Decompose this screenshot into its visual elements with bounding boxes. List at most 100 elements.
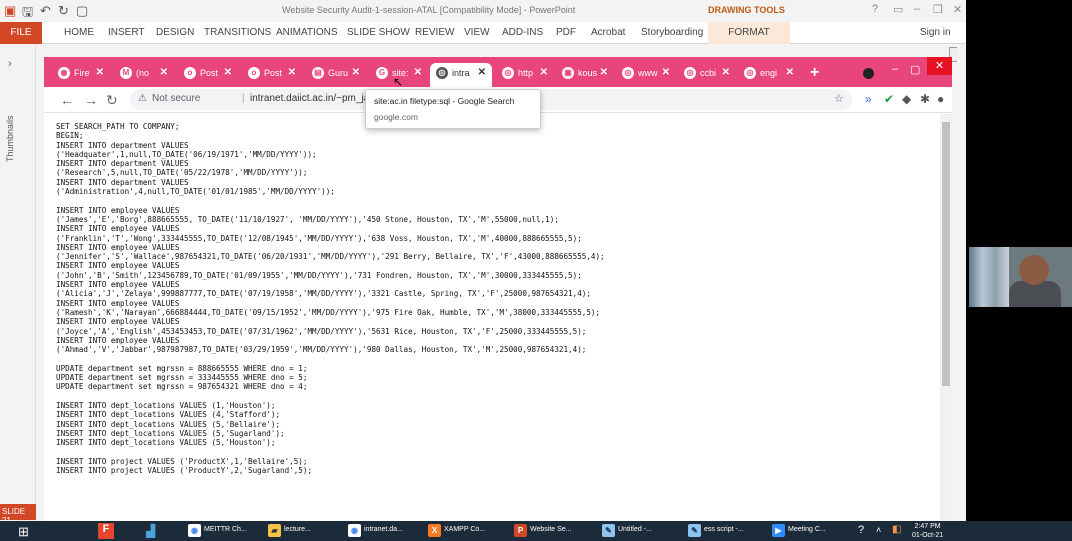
tab-acrobat[interactable]: Acrobat — [591, 27, 625, 38]
powerpoint-icon: P — [514, 524, 527, 537]
tab-insert[interactable]: INSERT — [108, 27, 145, 38]
filezilla-icon[interactable]: F — [98, 523, 114, 539]
browser-tab[interactable]: ▣ kous ✕ — [556, 63, 612, 85]
scrollbar-thumb[interactable] — [942, 122, 950, 386]
taskbar-item[interactable]: ▰ lecture... — [266, 521, 338, 541]
browser-tab[interactable]: o Post ✕ — [242, 63, 300, 85]
browser-tab[interactable]: ◉ Fire ✕ — [52, 63, 108, 85]
browser-tab[interactable]: ◎ engi ✕ — [738, 63, 798, 85]
windows-start-icon[interactable]: ⊞ — [18, 524, 29, 540]
tab-pdf[interactable]: PDF — [556, 27, 576, 38]
expand-thumbnails-icon[interactable]: › — [8, 58, 12, 70]
thumbnails-pane: › Thumbnails — [0, 44, 36, 504]
back-icon[interactable]: ← — [60, 92, 74, 108]
close-tab-icon[interactable]: ✕ — [786, 67, 794, 78]
globe-icon: ◎ — [436, 67, 448, 79]
extension-check-icon[interactable]: ✔ — [884, 92, 894, 106]
extensions-puzzle-icon[interactable]: ✱ — [920, 92, 930, 106]
taskbar-item[interactable]: ▶ Meeting C... — [770, 521, 850, 541]
new-slide-icon[interactable]: ▢ — [76, 3, 88, 19]
taskbar-item[interactable]: ◉ MEITTR Ch... — [186, 521, 266, 541]
close-window-icon[interactable]: ✕ — [927, 57, 952, 75]
taskbar-item[interactable]: ✎ Untitled -... — [600, 521, 676, 541]
close-tab-icon[interactable]: ✕ — [352, 67, 360, 78]
tray-chevron-icon[interactable]: ˄ — [876, 525, 881, 535]
code-line: INSERT INTO employee VALUES — [56, 317, 180, 327]
bookmark-star-icon[interactable]: ☆ — [834, 92, 844, 105]
tab-add-ins[interactable]: ADD-INS — [502, 27, 543, 38]
tab-animations[interactable]: ANIMATIONS — [276, 27, 337, 38]
code-line: ('James','E','Borg',888665555, TO_DATE('… — [56, 214, 559, 224]
more-menu-icon[interactable]: ⋮ — [948, 92, 952, 106]
tab-file[interactable]: FILE — [0, 22, 42, 44]
close-tab-icon[interactable]: ✕ — [224, 67, 232, 78]
tab-review[interactable]: REVIEW — [415, 27, 454, 38]
not-secure-label[interactable]: Not secure — [152, 93, 200, 104]
powerpoint-window: ▣ 🖫 ↶ ↻ ▢ Website Security Audit-1-sessi… — [0, 0, 966, 541]
code-line: ('Ramesh','K','Narayan',666884444,TO_DAT… — [56, 307, 601, 317]
close-tab-icon[interactable]: ✕ — [722, 67, 730, 78]
taskbar-item[interactable]: ✎ ess script -... — [686, 521, 762, 541]
code-line: ('Administration',4,null,TO_DATE('01/01/… — [56, 187, 335, 197]
new-tab-icon[interactable]: + — [810, 64, 819, 82]
help-icon[interactable]: ? — [872, 3, 878, 15]
close-icon[interactable]: ✕ — [953, 3, 962, 16]
browser-tab[interactable]: o Post ✕ — [178, 63, 236, 85]
code-line: INSERT INTO department VALUES — [56, 177, 189, 187]
minimize-icon[interactable]: – — [892, 63, 898, 75]
close-tab-icon[interactable]: ✕ — [288, 67, 296, 78]
tab-format[interactable]: FORMAT — [708, 22, 790, 44]
close-tab-icon[interactable]: ✕ — [662, 67, 670, 78]
taskbar-item[interactable]: X XAMPP Co... — [426, 521, 498, 541]
close-tab-icon[interactable]: ✕ — [96, 67, 104, 78]
reload-icon[interactable]: ↻ — [106, 92, 118, 109]
tab-transitions[interactable]: TRANSITIONS — [204, 27, 271, 38]
ribbon-options-icon[interactable]: ▭ — [893, 3, 903, 16]
browser-avatar-icon[interactable]: ● — [937, 92, 944, 106]
tab-slide-show[interactable]: SLIDE SHOW — [347, 27, 410, 38]
tab-home[interactable]: HOME — [64, 27, 94, 38]
minimize-icon[interactable]: – — [914, 3, 920, 15]
close-tab-icon[interactable]: ✕ — [160, 67, 168, 78]
code-line: ('Jennifer','S','Wallace',987654321,TO_D… — [56, 252, 605, 262]
close-tab-icon[interactable]: ✕ — [600, 67, 608, 78]
extension-audio-icon[interactable]: » — [865, 92, 872, 106]
warning-icon[interactable]: ⚠ — [138, 93, 147, 104]
taskbar-item[interactable]: ◉ intranet.da... — [346, 521, 418, 541]
google-icon: G — [376, 67, 388, 79]
code-line: ('Alicia','J','Zelaya',999887777,TO_DATE… — [56, 289, 591, 299]
code-line: INSERT INTO department VALUES — [56, 140, 189, 150]
browser-tab[interactable]: ◎ http ✕ — [496, 63, 552, 85]
extension-icon[interactable]: ◆ — [902, 92, 911, 106]
help-tray-icon[interactable]: ? — [858, 524, 864, 536]
explorer-icon[interactable]: ▟ — [146, 524, 155, 538]
sign-in-link[interactable]: Sign in — [920, 27, 951, 38]
maximize-icon[interactable]: ▢ — [910, 63, 920, 76]
ppt-scroll-edge[interactable] — [957, 44, 966, 504]
tray-app-icon[interactable]: ◧ — [892, 524, 901, 535]
tab-view[interactable]: VIEW — [464, 27, 490, 38]
redo-icon[interactable]: ↻ — [58, 3, 69, 19]
code-line: UPDATE department set mgrssn = 333445555… — [56, 373, 308, 383]
browser-tab[interactable]: ◎ www ✕ — [616, 63, 674, 85]
close-tab-icon[interactable]: ✕ — [540, 67, 548, 78]
browser-tab-active[interactable]: ◎ intra ✕ — [430, 63, 492, 87]
close-tab-icon[interactable]: ✕ — [478, 67, 486, 78]
browser-tab[interactable]: M (no ✕ — [114, 63, 172, 85]
tab-storyboarding[interactable]: Storyboarding — [641, 27, 703, 38]
powerpoint-logo-icon: ▣ — [4, 3, 17, 18]
browser-tab[interactable]: ▤ Guru ✕ — [306, 63, 364, 85]
taskbar-item[interactable]: P Website Se... — [512, 521, 590, 541]
pdf-icon: ▣ — [562, 67, 574, 79]
restore-icon[interactable]: ❐ — [933, 3, 943, 16]
tab-design[interactable]: DESIGN — [156, 27, 194, 38]
browser-window-in-slide: ◉ Fire ✕ M (no ✕ o Post ✕ o Post ✕ ▤ Guru ✕ Gsite:… — [44, 57, 952, 521]
browser-tab[interactable]: ◎ ccbi ✕ — [678, 63, 734, 85]
page-scrollbar[interactable] — [940, 114, 952, 521]
forward-icon[interactable]: → — [84, 92, 98, 108]
close-tab-icon[interactable]: ✕ — [414, 67, 422, 78]
profile-icon[interactable] — [863, 68, 874, 79]
system-clock[interactable]: 2:47 PM 01-Oct-21 — [912, 522, 943, 540]
undo-icon[interactable]: ↶ — [40, 3, 51, 19]
